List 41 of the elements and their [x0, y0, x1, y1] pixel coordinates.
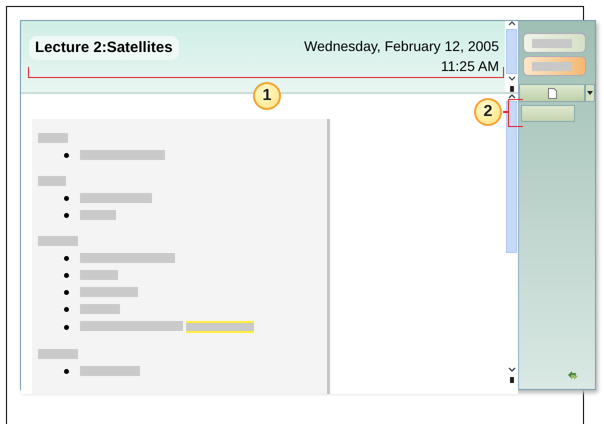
blurred-text — [38, 133, 68, 143]
scroll-down-icon[interactable] — [508, 367, 516, 372]
scroll-thumb[interactable] — [506, 28, 517, 74]
bullet-icon — [64, 196, 69, 200]
page-date: Wednesday, February 12, 2005 — [304, 37, 499, 56]
bullet-icon — [64, 306, 69, 312]
blurred-text — [38, 176, 66, 186]
blurred-text — [80, 366, 140, 376]
blurred-text — [38, 349, 78, 359]
bullet-icon — [64, 152, 69, 158]
blurred-text — [532, 62, 572, 70]
scroll-down-icon[interactable] — [508, 76, 516, 82]
blurred-text — [38, 236, 78, 246]
page-scrollbar[interactable] — [505, 94, 518, 386]
blurred-text — [80, 193, 152, 203]
bullet-icon — [64, 256, 69, 260]
split-icon[interactable] — [510, 86, 514, 92]
new-page-button[interactable] — [519, 84, 585, 102]
page-title[interactable]: Lecture 2:Satellites — [29, 36, 179, 60]
bullet-icon — [64, 290, 69, 294]
blurred-text — [80, 210, 116, 220]
blurred-text — [80, 287, 138, 297]
scroll-up-icon[interactable] — [508, 21, 516, 26]
callout-bracket — [508, 99, 523, 127]
bullet-icon — [64, 212, 69, 218]
blurred-text — [532, 38, 572, 48]
split-icon[interactable] — [510, 377, 514, 383]
bullet-icon — [64, 272, 69, 278]
blurred-text — [80, 270, 118, 280]
page-time: 11:25 AM — [440, 57, 499, 76]
highlighted-text — [186, 321, 254, 333]
scroll-up-icon[interactable] — [508, 94, 516, 99]
blurred-text — [80, 304, 120, 314]
page-icon — [548, 88, 556, 98]
arrows-icon[interactable] — [568, 371, 578, 380]
bullet-icon — [64, 368, 69, 374]
scroll-thumb[interactable] — [506, 101, 517, 253]
caret-icon — [587, 91, 593, 95]
header-scrollbar[interactable] — [505, 21, 518, 92]
dropdown-button[interactable] — [585, 84, 595, 102]
bullet-icon — [64, 324, 69, 330]
